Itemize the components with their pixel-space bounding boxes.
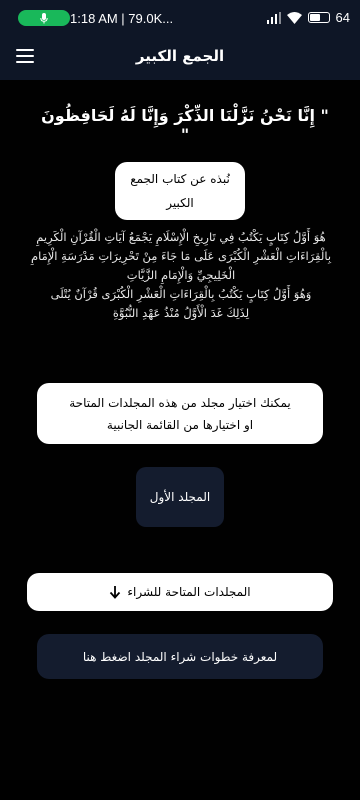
microphone-icon: [40, 12, 48, 23]
purchase-steps-button[interactable]: لمعرفة خطوات شراء المجلد اضغط هنا: [37, 634, 323, 679]
available-volumes-button[interactable]: المجلدات المتاحة للشراء: [27, 573, 333, 611]
microphone-indicator: [18, 10, 70, 26]
about-book-label-line2: الكبير: [166, 196, 194, 210]
available-volumes-label: المجلدات المتاحة للشراء: [127, 585, 251, 599]
cellular-signal-icon: [266, 11, 281, 24]
arrow-down-icon: [110, 586, 121, 599]
status-bar: 1:18 AM | 79.0K... 64: [0, 0, 360, 34]
quran-verse: " إِنَّا نَحْنُ نَزَّلْنَا الذِّكْرَ وَإ…: [41, 106, 329, 144]
page-title: الجمع الكبير: [135, 47, 225, 65]
status-time: 1:18 AM | 79.0K...: [70, 11, 174, 26]
system-navigation-bar: [0, 780, 360, 800]
first-volume-button[interactable]: المجلد الأول: [136, 467, 224, 527]
about-book-button[interactable]: نُبذه عن كتاب الجمع الكبير: [115, 162, 245, 220]
battery-icon: [307, 12, 330, 23]
wifi-icon: [286, 11, 302, 24]
app-bar: الجمع الكبير: [0, 34, 360, 80]
battery-percent: 64: [335, 10, 350, 25]
about-book-label-line1: نُبذه عن كتاب الجمع: [130, 172, 230, 186]
volume-selection-info: يمكنك اختيار مجلد من هذه المجلدات المتاح…: [37, 383, 323, 444]
book-description: هُوَ أَوَّلُ كِتَابٍ يَكْتُبُ فِي تَارِي…: [30, 230, 332, 320]
